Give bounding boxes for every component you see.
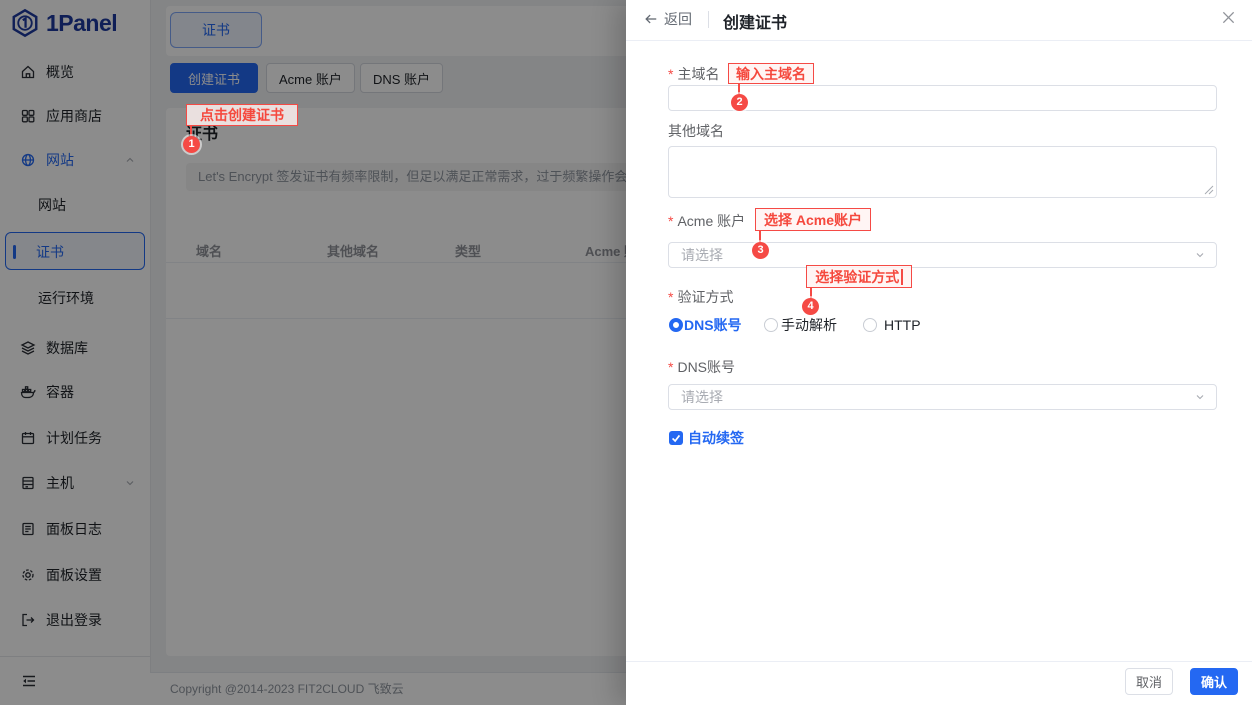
confirm-button[interactable]: 确认 [1190, 668, 1238, 695]
back-label: 返回 [664, 11, 692, 27]
required-marker: * [668, 359, 674, 375]
required-marker: * [668, 289, 674, 305]
radio-label-manual[interactable]: 手动解析 [781, 317, 837, 333]
cancel-button[interactable]: 取消 [1125, 668, 1173, 695]
footer-divider [626, 661, 1252, 662]
check-icon [671, 434, 681, 443]
select-placeholder: 请选择 [681, 247, 723, 263]
radio-dns-account[interactable] [669, 318, 683, 332]
required-marker: * [668, 213, 674, 229]
resize-handle[interactable] [1204, 185, 1214, 195]
back-button[interactable]: 返回 [644, 9, 692, 29]
field-label-dns-account: * DNS账号 [668, 359, 736, 375]
chevron-down-icon [1196, 253, 1204, 258]
radio-label-http[interactable]: HTTP [884, 317, 921, 333]
radio-manual-resolve[interactable] [764, 318, 778, 332]
create-cert-drawer: 返回 创建证书 *主域名 其他域名 *Acme 账户 请选择 *验证方式 [626, 0, 1252, 705]
other-domains-textarea[interactable] [668, 146, 1217, 198]
arrow-left-icon [645, 14, 657, 24]
header-divider [708, 11, 709, 28]
close-icon[interactable] [1221, 10, 1236, 25]
radio-label-dns[interactable]: DNS账号 [684, 317, 742, 333]
auto-renew-checkbox[interactable] [669, 431, 683, 445]
acme-account-select[interactable]: 请选择 [668, 242, 1217, 268]
screen: 1Panel 概览 应用商店 网站 网站 证书 运行环境 数据库 容器 计划任务… [0, 0, 1252, 705]
field-label-other-domains: 其他域名 [668, 123, 724, 139]
field-label-acme-account: * Acme 账户 [668, 213, 746, 229]
select-placeholder: 请选择 [681, 389, 723, 405]
main-domain-input[interactable] [668, 85, 1217, 111]
drawer-header: 返回 创建证书 [626, 0, 1252, 41]
auto-renew-label[interactable]: 自动续签 [688, 430, 744, 446]
modal-overlay[interactable] [0, 0, 626, 705]
field-label-main-domain: * 主域名 [668, 66, 720, 82]
dns-account-select[interactable]: 请选择 [668, 384, 1217, 410]
chevron-down-icon [1196, 395, 1204, 400]
required-marker: * [668, 66, 674, 82]
field-label-verify-method: * 验证方式 [668, 289, 734, 305]
drawer-title: 创建证书 [723, 15, 788, 32]
radio-http[interactable] [863, 318, 877, 332]
